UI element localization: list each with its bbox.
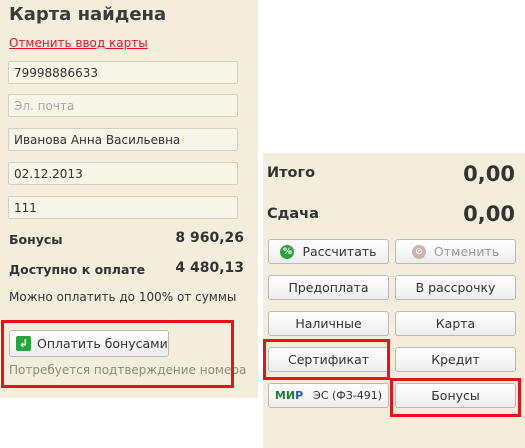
mir-es-label: ЭС (ФЗ-491) — [313, 389, 383, 402]
birthdate-field[interactable]: 02.12.2013 — [8, 162, 238, 185]
change-value: 0,00 — [463, 202, 515, 226]
code-field[interactable]: 111 — [8, 196, 238, 219]
cancel-card-input-link[interactable]: Отменить ввод карты — [9, 36, 148, 50]
percent-icon: % — [280, 244, 295, 259]
bonuses-label: Бонусы — [9, 232, 63, 247]
card-found-title: Карта найдена — [9, 4, 167, 25]
name-field[interactable]: Иванова Анна Васильевна — [8, 128, 238, 151]
cancel-label: Отменить — [433, 244, 500, 259]
highlight-frame-certificate — [263, 339, 390, 380]
cash-button[interactable]: Наличные — [268, 311, 389, 336]
available-value: 4 480,13 — [175, 260, 244, 276]
total-value: 0,00 — [463, 162, 515, 186]
change-label: Сдача — [267, 206, 319, 222]
mir-logo-icon: МИР — [274, 389, 304, 402]
installment-button[interactable]: В рассрочку — [395, 275, 516, 300]
bonuses-value: 8 960,26 — [175, 230, 244, 246]
available-label: Доступно к оплате — [9, 262, 146, 277]
card-button[interactable]: Карта — [395, 311, 516, 336]
phone-field[interactable]: 79998886633 — [8, 61, 238, 84]
calculate-label: Рассчитать — [302, 244, 377, 259]
cancel-icon: ⊘ — [411, 244, 426, 259]
mir-es-button[interactable]: МИР ЭС (ФЗ-491) — [268, 383, 389, 408]
credit-button[interactable]: Кредит — [395, 347, 516, 372]
cancel-button[interactable]: ⊘ Отменить — [395, 239, 516, 264]
highlight-frame-bonuses — [390, 378, 521, 417]
email-field[interactable]: Эл. почта — [8, 94, 238, 117]
prepayment-button[interactable]: Предоплата — [268, 275, 389, 300]
payment-limit-note: Можно оплатить до 100% от суммы — [9, 290, 237, 304]
calculate-button[interactable]: % Рассчитать — [268, 239, 389, 264]
total-label: Итого — [267, 165, 316, 181]
highlight-frame-pay-bonuses — [1, 320, 234, 388]
